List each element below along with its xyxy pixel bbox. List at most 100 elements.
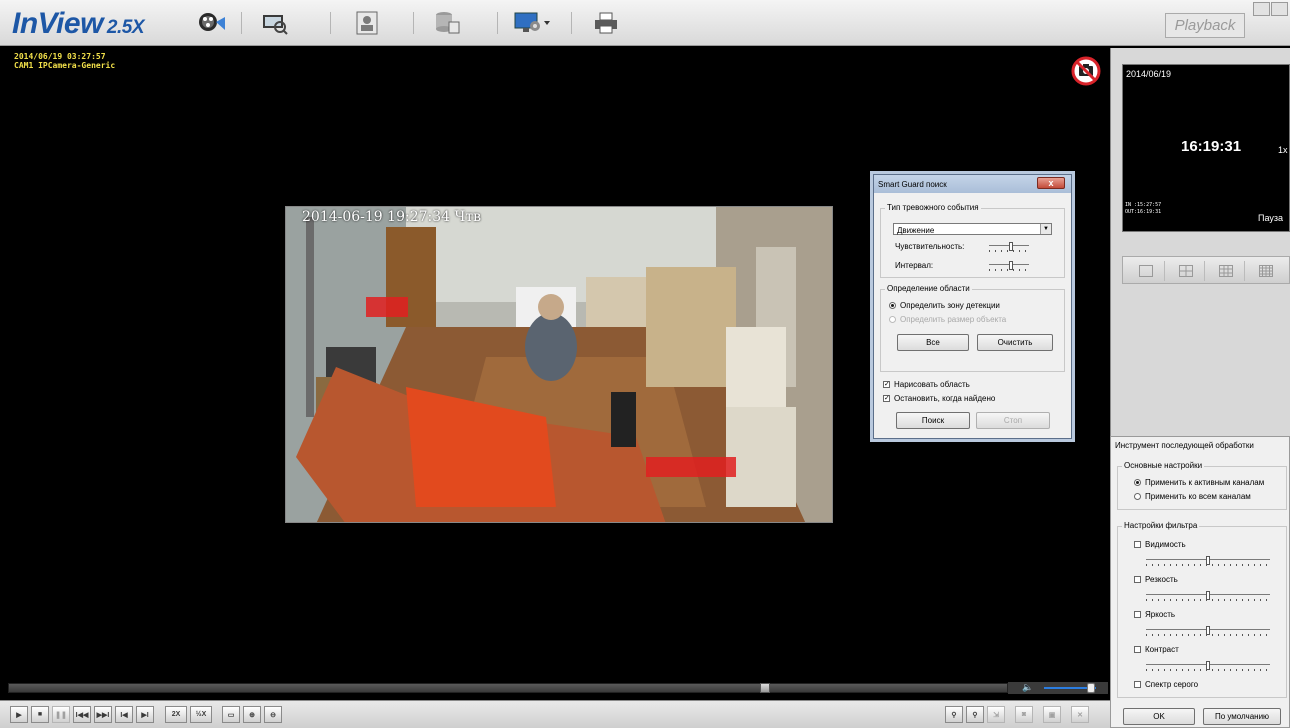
grayscale-label: Спектр серого xyxy=(1145,680,1199,689)
speed-2x-button[interactable]: 2X xyxy=(165,706,187,723)
monitor-settings-icon[interactable] xyxy=(513,8,553,38)
chevron-down-icon: ▼ xyxy=(1040,224,1051,234)
group-title: Тип тревожного события xyxy=(885,203,981,212)
visibility-checkbox[interactable] xyxy=(1134,541,1141,548)
rewind-start-icon[interactable]: I◀◀ xyxy=(73,706,91,723)
detect-zone-label: Определить зону детекции xyxy=(900,301,1000,310)
camera-reel-icon[interactable] xyxy=(196,8,228,38)
playback-preview[interactable]: 2014/06/19 16:19:31 1x IN :15:27:57 OUT:… xyxy=(1122,64,1290,232)
radio-apply-all[interactable] xyxy=(1134,493,1141,500)
event-type-group: Тип тревожного события Движение ▼ Чувств… xyxy=(880,203,1065,278)
fast-forward-end-icon[interactable]: ▶▶I xyxy=(94,706,112,723)
apply-active-label: Применить к активным каналам xyxy=(1145,478,1265,487)
fullscreen-icon[interactable]: ▣ xyxy=(1043,706,1061,723)
volume-thumb[interactable] xyxy=(1086,683,1095,693)
zoom-out-icon[interactable]: ⊖ xyxy=(264,706,282,723)
interval-slider[interactable] xyxy=(989,261,1029,271)
default-button[interactable]: По умолчанию xyxy=(1203,708,1281,725)
filter-settings-group: Настройки фильтра Видимость Резкость Ярк… xyxy=(1117,521,1287,698)
pin-icon[interactable]: ⚲ xyxy=(945,706,963,723)
layout-1x1-icon[interactable] xyxy=(1127,261,1165,281)
database-export-icon[interactable] xyxy=(431,8,463,38)
camera-view[interactable]: 2014-06-19 19:27:34 Чтв xyxy=(285,206,833,523)
brightness-slider[interactable] xyxy=(1146,626,1270,636)
region-definition-group: Определение области Определить зону дете… xyxy=(880,284,1065,372)
radio-detect-zone[interactable] xyxy=(889,302,896,309)
toolbar-separator xyxy=(413,12,414,34)
sharpness-checkbox[interactable] xyxy=(1134,576,1141,583)
no-snapshot-icon[interactable] xyxy=(1071,56,1101,86)
dialog-titlebar[interactable]: Smart Guard поиск x xyxy=(874,175,1071,193)
step-back-icon[interactable]: I◀ xyxy=(115,706,133,723)
radio-apply-active[interactable] xyxy=(1134,479,1141,486)
ok-button[interactable]: OK xyxy=(1123,708,1195,725)
layout-4x4-icon[interactable] xyxy=(1247,261,1285,281)
image-icon[interactable]: ▭ xyxy=(222,706,240,723)
all-button[interactable]: Все xyxy=(897,334,969,351)
contrast-checkbox[interactable] xyxy=(1134,646,1141,653)
visibility-slider[interactable] xyxy=(1146,556,1270,566)
toolbar-separator xyxy=(497,12,498,34)
basic-settings-group: Основные настройки Применить к активным … xyxy=(1117,461,1287,510)
stop-when-found-checkbox[interactable]: ✓ xyxy=(883,395,890,402)
inview-app-window: InView 2.5X Playback 2014/06/19 03:27:57… xyxy=(0,0,1290,728)
stop-icon[interactable]: ■ xyxy=(31,706,49,723)
playback-button[interactable]: Playback xyxy=(1165,13,1245,38)
pause-icon[interactable]: ❚❚ xyxy=(52,706,70,723)
stop-button[interactable]: Стоп xyxy=(976,412,1050,429)
sensitivity-slider[interactable] xyxy=(989,242,1029,252)
close-button[interactable]: x xyxy=(1037,177,1065,189)
preview-status: Пауза xyxy=(1258,213,1284,223)
toolbar-separator xyxy=(241,12,242,34)
timeline-progress-bar[interactable] xyxy=(8,683,1008,693)
printer-icon[interactable] xyxy=(590,8,622,38)
export-icon[interactable]: ⇲ xyxy=(987,706,1005,723)
timeline-thumb[interactable] xyxy=(759,683,770,693)
grayscale-checkbox[interactable] xyxy=(1134,681,1141,688)
object-size-label: Определить размер объекта xyxy=(900,315,1007,324)
step-forward-icon[interactable]: ▶I xyxy=(136,706,154,723)
preview-in-out: IN :15:27:57 OUT:16:19:31 xyxy=(1125,202,1161,216)
camera-image xyxy=(286,207,832,522)
sharpness-slider[interactable] xyxy=(1146,591,1270,601)
top-toolbar: InView 2.5X Playback xyxy=(0,0,1290,46)
search-button[interactable]: Поиск xyxy=(896,412,970,429)
restore-button[interactable] xyxy=(1271,2,1288,16)
app-logo: InView 2.5X xyxy=(12,7,145,41)
layout-2x2-icon[interactable] xyxy=(1167,261,1205,281)
close-view-icon[interactable]: ✕ xyxy=(1071,706,1089,723)
preview-time: 16:19:31 xyxy=(1181,138,1242,155)
toolbar-separator xyxy=(330,12,331,34)
draw-region-checkbox[interactable]: ✓ xyxy=(883,381,890,388)
speaker-icon[interactable]: 🔈 xyxy=(1022,682,1033,693)
snapshot-icon[interactable]: ◙ xyxy=(1015,706,1033,723)
user-id-icon[interactable] xyxy=(351,8,383,38)
group-title: Настройки фильтра xyxy=(1122,521,1200,530)
volume-control: 🔈 xyxy=(1008,682,1108,694)
play-icon[interactable]: ▶ xyxy=(10,706,28,723)
clear-button[interactable]: Очистить xyxy=(977,334,1053,351)
speed-half-button[interactable]: ½X xyxy=(190,706,212,723)
minimize-button[interactable] xyxy=(1253,2,1270,16)
in-time: IN :15:27:57 xyxy=(1125,202,1162,208)
sensitivity-label: Чувствительность: xyxy=(895,242,965,251)
post-processing-panel: Инструмент последующей обработки Основны… xyxy=(1110,436,1290,728)
stop-when-found-label: Остановить, когда найдено xyxy=(894,394,996,403)
panel-title: Инструмент последующей обработки xyxy=(1115,441,1254,450)
layout-3x3-icon[interactable] xyxy=(1207,261,1245,281)
contrast-slider[interactable] xyxy=(1146,661,1270,671)
out-time: OUT:16:19:31 xyxy=(1125,209,1162,215)
contrast-label: Контраст xyxy=(1145,645,1179,654)
dialog-title: Smart Guard поиск xyxy=(878,180,947,189)
video-search-icon[interactable] xyxy=(259,8,291,38)
pin-alt-icon[interactable]: ⚲ xyxy=(966,706,984,723)
apply-all-label: Применить ко всем каналам xyxy=(1145,492,1251,501)
playback-controls: ▶ ■ ❚❚ I◀◀ ▶▶I I◀ ▶I 2X ½X ▭ ⊕ ⊖ ⚲ ⚲ ⇲ ◙… xyxy=(0,700,1110,728)
brightness-checkbox[interactable] xyxy=(1134,611,1141,618)
select-value: Движение xyxy=(897,226,935,235)
event-type-select[interactable]: Движение ▼ xyxy=(893,223,1052,235)
osd-datetime: 2014/06/19 03:27:57 xyxy=(14,52,106,61)
zoom-in-icon[interactable]: ⊕ xyxy=(243,706,261,723)
smart-guard-dialog: Smart Guard поиск x Тип тревожного событ… xyxy=(873,174,1072,439)
radio-object-size[interactable] xyxy=(889,316,896,323)
